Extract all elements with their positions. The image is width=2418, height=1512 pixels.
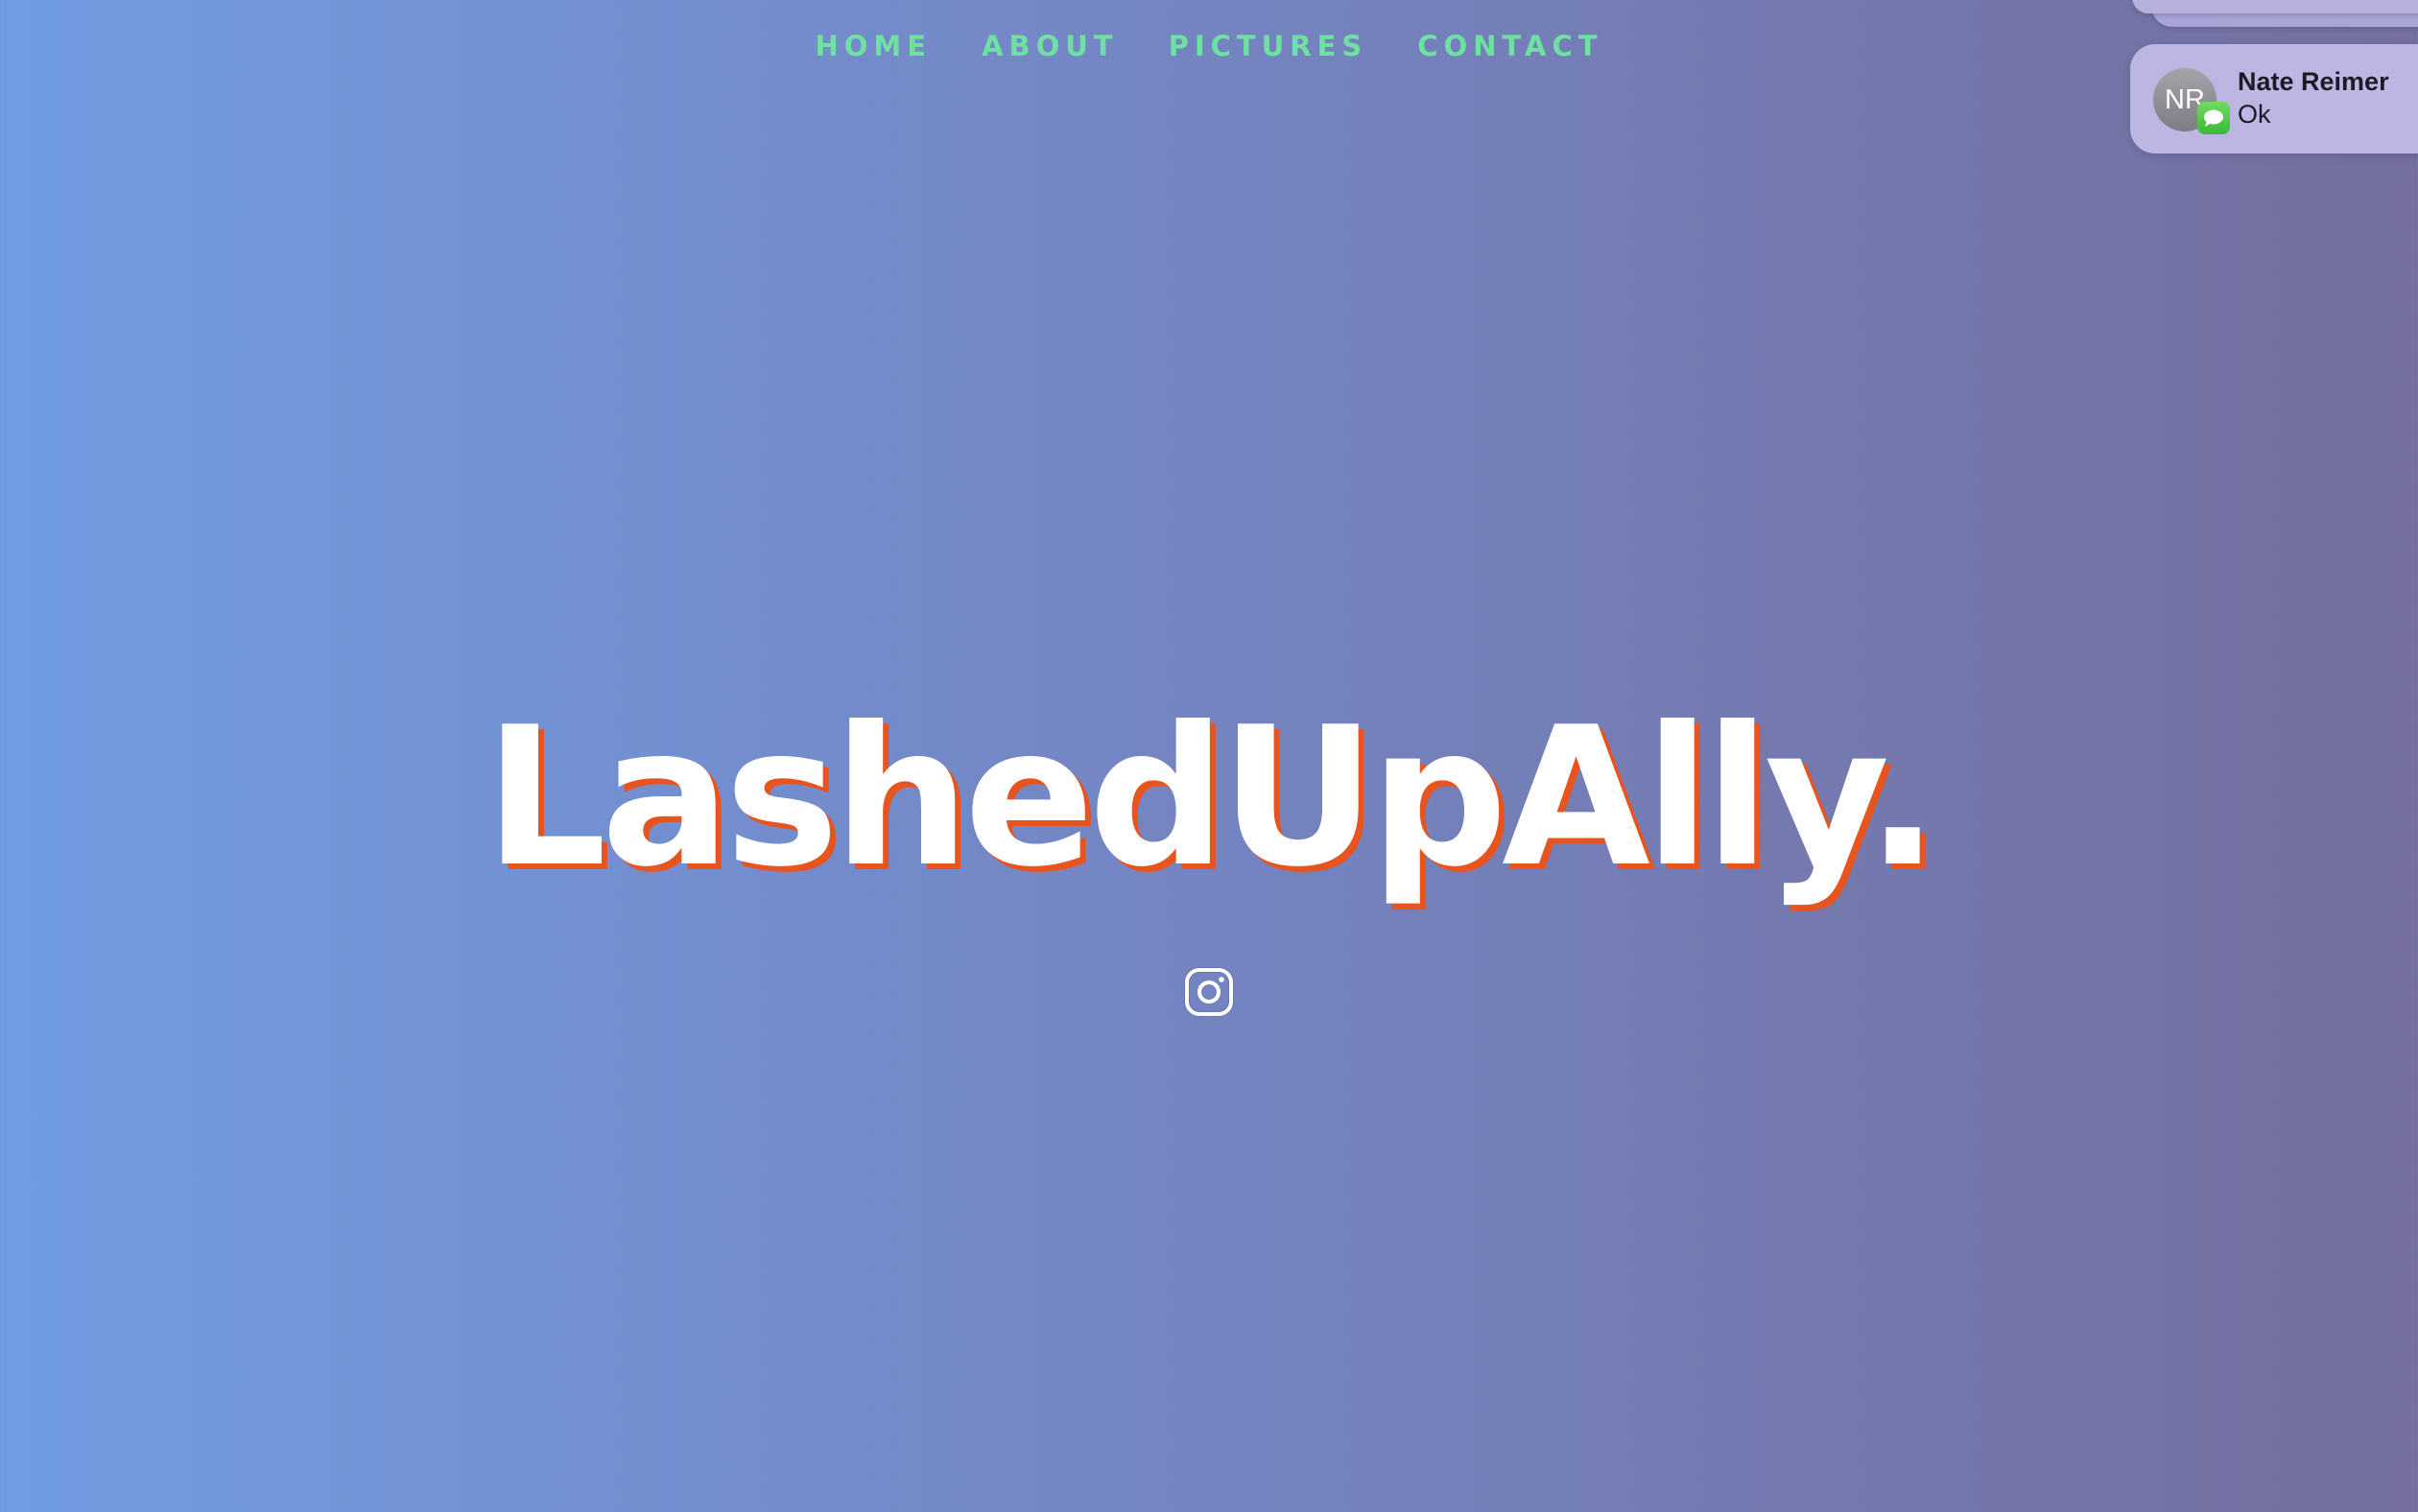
instagram-icon [1184,967,1234,1017]
message-notification[interactable]: NR Nate Reimer Ok [2130,44,2418,154]
instagram-link[interactable] [1182,965,1236,1019]
messages-icon [2197,102,2230,134]
notification-stack-edge [2132,0,2418,13]
nav-about-link[interactable]: ABOUT [982,27,1119,65]
notification-message: Ok [2238,100,2271,129]
nav-contact-link[interactable]: CONTACT [1417,27,1602,65]
nav-pictures-link[interactable]: PICTURES [1169,27,1368,65]
main-nav: HOME ABOUT PICTURES CONTACT [0,27,2418,65]
site-title: LashedUpAlly. [484,686,1939,910]
notification-sender: Nate Reimer [2238,67,2389,96]
nav-home-link[interactable]: HOME [815,27,932,65]
